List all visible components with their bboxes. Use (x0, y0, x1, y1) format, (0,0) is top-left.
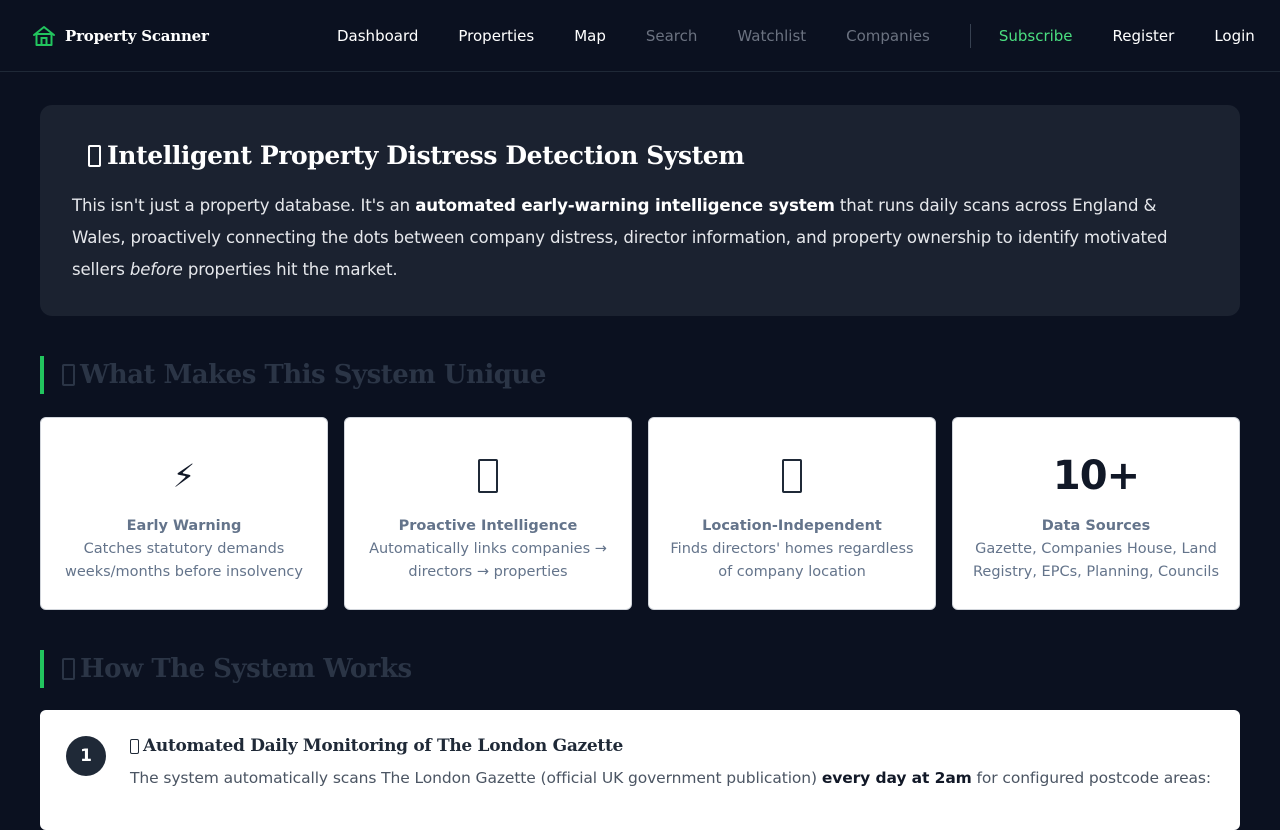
emoji-icon (782, 452, 802, 500)
hero-text-bold: automated early-warning intelligence sys… (415, 196, 835, 215)
feature-cards: ⚡ Early Warning Catches statutory demand… (40, 417, 1240, 610)
step-number-badge: 1 (66, 736, 106, 776)
brand-logo[interactable]: Property Scanner (32, 25, 209, 47)
step-title: Automated Daily Monitoring of The London… (130, 736, 623, 756)
feature-card-desc: Finds directors' homes regardless of com… (670, 541, 914, 580)
nav-link-dashboard[interactable]: Dashboard (337, 27, 418, 45)
missing-glyph-box (478, 459, 498, 493)
emoji-icon (88, 144, 101, 167)
top-navbar: Property Scanner Dashboard Properties Ma… (0, 0, 1280, 72)
feature-card-early-warning: ⚡ Early Warning Catches statutory demand… (40, 417, 328, 610)
section-heading-text: How The System Works (80, 654, 412, 684)
stat-value: 10+ (1052, 453, 1140, 499)
hero-text-1: This isn't just a property database. It'… (72, 196, 416, 215)
hero-title-text: Intelligent Property Distress Detection … (107, 141, 745, 170)
emoji-icon (130, 738, 139, 754)
feature-card-desc: Gazette, Companies House, Land Registry,… (972, 541, 1220, 580)
hero-description: This isn't just a property database. It'… (72, 190, 1208, 286)
emoji-icon (62, 658, 75, 680)
missing-glyph-box (782, 459, 802, 493)
step-text-2: for configured postcode areas: (971, 769, 1212, 787)
house-icon (33, 25, 55, 46)
lightning-glyph: ⚡ (172, 457, 196, 495)
emoji-icon (478, 452, 498, 500)
nav-link-register[interactable]: Register (1113, 27, 1175, 45)
section-heading-text: What Makes This System Unique (80, 360, 546, 390)
step-description: The system automatically scans The Londo… (130, 769, 1211, 787)
emoji-icon (62, 364, 75, 386)
brand-name: Property Scanner (65, 26, 209, 45)
hero-text-3: properties hit the market. (182, 260, 398, 279)
feature-card-desc: Automatically links companies → director… (369, 541, 607, 580)
nav-link-properties[interactable]: Properties (458, 27, 534, 45)
nav-link-search[interactable]: Search (646, 27, 698, 45)
step-card-1: 1 Automated Daily Monitoring of The Lond… (40, 710, 1240, 830)
feature-card-proactive-intelligence: Proactive Intelligence Automatically lin… (344, 417, 632, 610)
hero-text-em: before (129, 260, 183, 279)
feature-card-location-independent: Location-Independent Finds directors' ho… (648, 417, 936, 610)
hero-title: Intelligent Property Distress Detection … (88, 141, 1208, 170)
section-heading-how: How The System Works (40, 650, 412, 688)
step-text-1: The system automatically scans The Londo… (130, 769, 822, 787)
nav-link-login[interactable]: Login (1214, 27, 1254, 45)
hero-panel: Intelligent Property Distress Detection … (40, 105, 1240, 316)
nav-divider (969, 24, 971, 48)
feature-card-title: Early Warning (126, 518, 242, 534)
feature-card-title: Location-Independent (702, 518, 882, 534)
nav-link-map[interactable]: Map (574, 27, 606, 45)
lightning-icon: ⚡ (173, 452, 195, 500)
feature-card-data-sources: 10+ Data Sources Gazette, Companies Hous… (952, 417, 1240, 610)
nav-link-subscribe[interactable]: Subscribe (999, 27, 1073, 45)
nav-link-companies[interactable]: Companies (846, 27, 930, 45)
stat-value-wrap: 10+ (1052, 452, 1140, 500)
section-heading-unique: What Makes This System Unique (40, 356, 546, 394)
step-title-text: Automated Daily Monitoring of The London… (143, 736, 624, 756)
feature-card-desc: Catches statutory demands weeks/months b… (65, 541, 303, 580)
nav-links: Dashboard Properties Map Search Watchlis… (337, 0, 1255, 72)
nav-link-watchlist[interactable]: Watchlist (737, 27, 806, 45)
feature-card-title: Proactive Intelligence (398, 518, 578, 534)
step-text-bold: every day at 2am (821, 769, 972, 787)
feature-card-title: Data Sources (1041, 518, 1151, 534)
